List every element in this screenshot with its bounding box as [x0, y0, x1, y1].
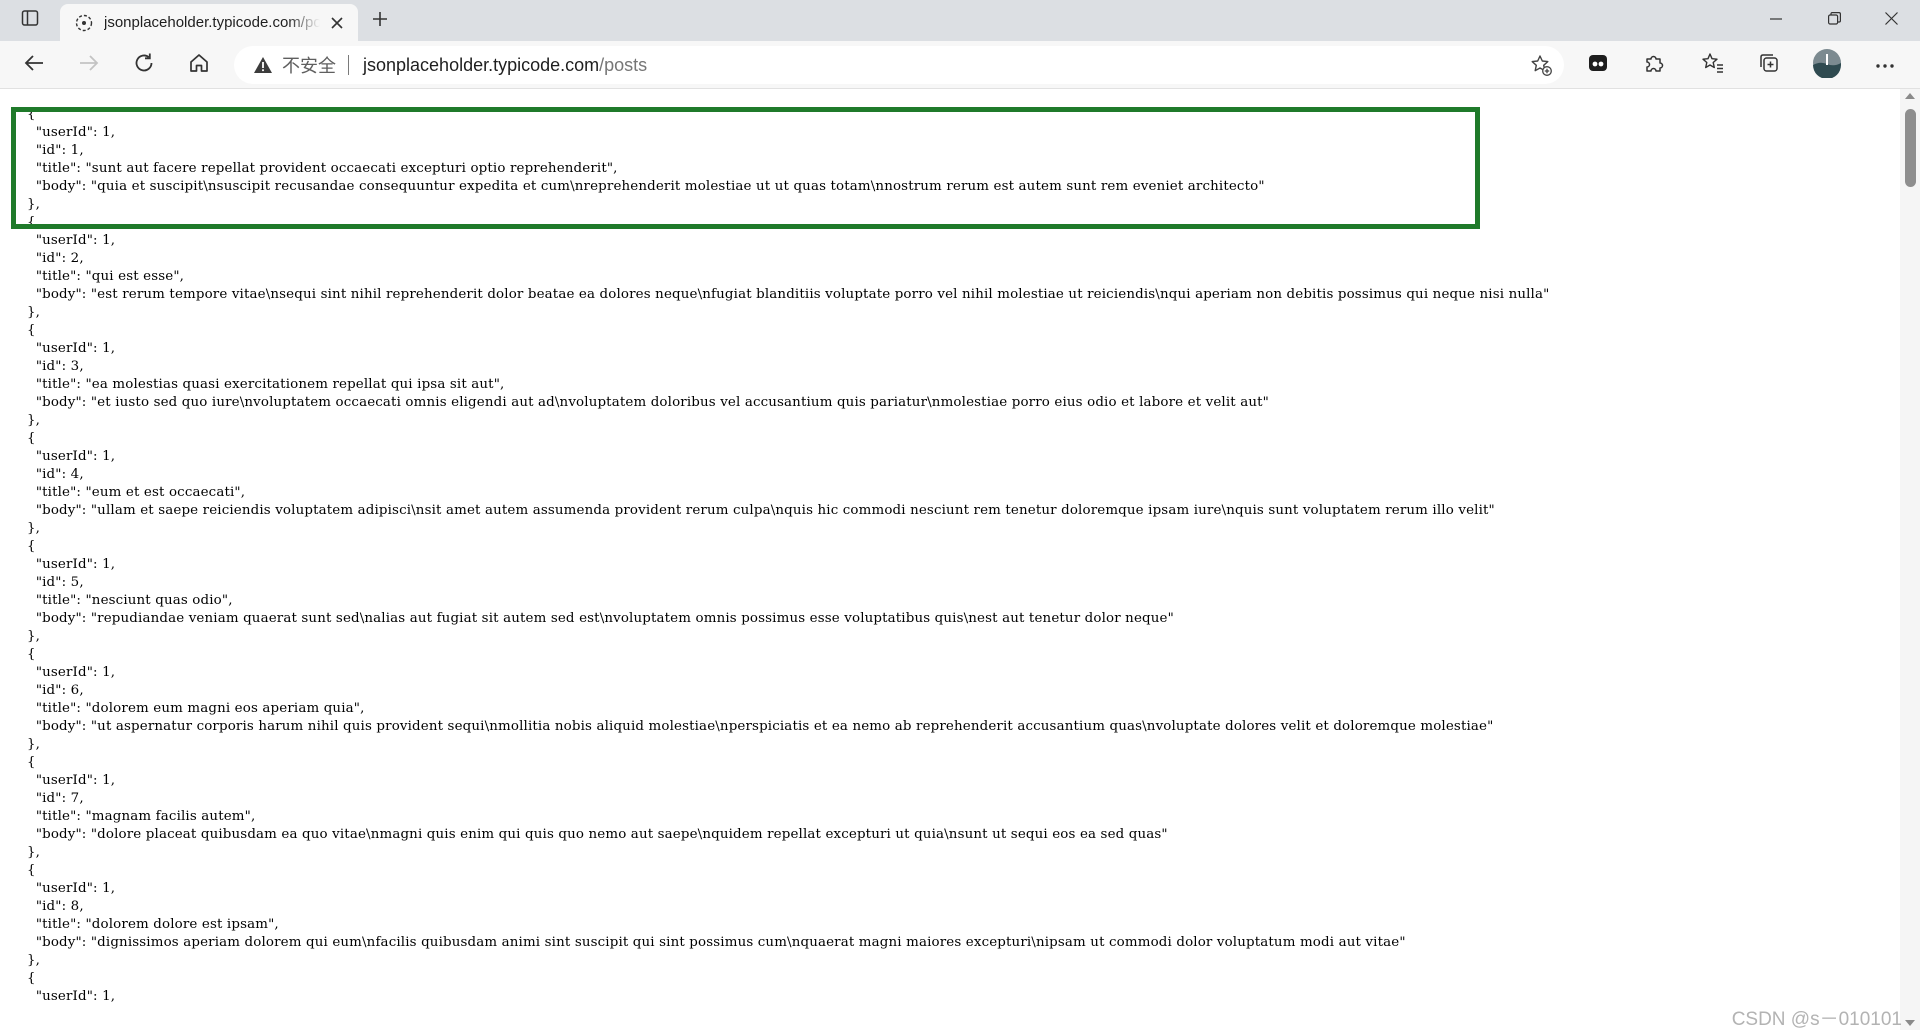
refresh-button[interactable] — [126, 47, 162, 83]
settings-menu-button[interactable] — [1867, 47, 1903, 83]
tab-actions-button[interactable] — [14, 7, 46, 33]
address-divider — [348, 55, 349, 75]
home-icon — [188, 52, 210, 79]
restore-button[interactable] — [1805, 0, 1863, 41]
collections-button[interactable] — [1751, 47, 1787, 83]
forward-button[interactable] — [71, 47, 107, 83]
immersive-reader-button[interactable] — [1580, 47, 1616, 83]
tab-strip: jsonplaceholder.typicode.com/posts — [0, 0, 1920, 41]
favorites-button[interactable] — [1695, 47, 1731, 83]
close-icon — [1884, 11, 1898, 30]
minimize-button[interactable] — [1747, 0, 1805, 41]
address-bar[interactable]: 不安全 jsonplaceholder.typicode.com/posts — [234, 46, 1564, 84]
new-tab-button[interactable] — [366, 8, 394, 34]
puzzle-icon — [1643, 52, 1665, 79]
tab-actions-icon — [21, 9, 39, 32]
refresh-icon — [133, 52, 155, 79]
scroll-up-icon[interactable] — [1905, 93, 1915, 99]
collections-icon — [1758, 52, 1780, 79]
back-button[interactable] — [16, 47, 52, 83]
forward-arrow-icon — [78, 52, 100, 79]
close-tab-icon[interactable] — [326, 12, 348, 34]
vertical-scrollbar[interactable] — [1900, 89, 1920, 1030]
avatar — [1812, 48, 1842, 83]
security-label[interactable]: 不安全 — [282, 52, 336, 78]
url-host[interactable]: jsonplaceholder.typicode.com — [363, 55, 599, 76]
page-content: { "userId": 1, "id": 1, "title": "sunt a… — [0, 89, 1900, 1030]
watermark: CSDN @s－010101 — [1731, 1009, 1902, 1030]
favorites-icon — [1701, 52, 1725, 79]
url-path[interactable]: /posts — [599, 55, 647, 76]
tab-title: jsonplaceholder.typicode.com/posts — [104, 14, 320, 31]
minimize-icon — [1770, 12, 1782, 30]
home-button[interactable] — [181, 47, 217, 83]
browser-toolbar: 不安全 jsonplaceholder.typicode.com/posts — [0, 41, 1920, 89]
site-icon — [74, 13, 94, 33]
extensions-button[interactable] — [1636, 47, 1672, 83]
scrollbar-thumb[interactable] — [1905, 109, 1916, 187]
scroll-down-icon[interactable] — [1905, 1020, 1915, 1026]
more-icon — [1875, 56, 1895, 74]
star-add-icon[interactable] — [1528, 52, 1554, 78]
profile-button[interactable] — [1809, 47, 1845, 83]
plus-icon — [371, 10, 389, 33]
warning-icon[interactable] — [252, 55, 274, 75]
restore-icon — [1827, 11, 1841, 30]
browser-tab-active[interactable]: jsonplaceholder.typicode.com/posts — [60, 4, 358, 41]
reader-app-icon — [1587, 52, 1609, 79]
back-arrow-icon — [23, 52, 45, 79]
json-response-text: { "userId": 1, "id": 1, "title": "sunt a… — [27, 107, 1550, 1004]
close-window-button[interactable] — [1862, 0, 1920, 41]
